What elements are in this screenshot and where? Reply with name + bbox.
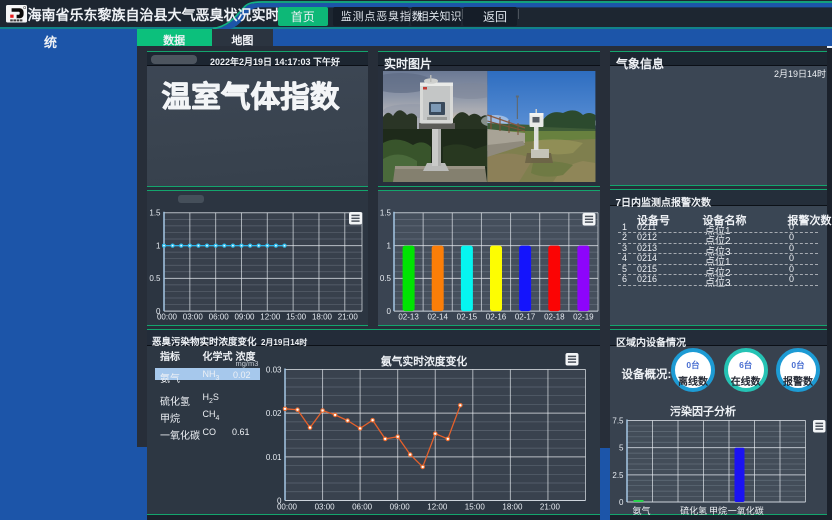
svg-text:03:00: 03:00	[182, 312, 203, 321]
svg-text:02-19: 02-19	[573, 312, 594, 321]
svg-text:02-18: 02-18	[544, 312, 565, 321]
svg-text:02-16: 02-16	[486, 312, 507, 321]
svg-text:0.02: 0.02	[265, 409, 281, 418]
svg-text:5: 5	[619, 444, 624, 453]
svg-text:02-14: 02-14	[427, 312, 448, 321]
svg-text:0: 0	[387, 306, 392, 315]
svg-text:1: 1	[156, 241, 161, 250]
svg-text:1: 1	[387, 241, 392, 250]
svg-text:2.5: 2.5	[612, 471, 624, 480]
svg-text:0.01: 0.01	[265, 453, 281, 462]
svg-text:1.5: 1.5	[149, 208, 161, 217]
svg-text:09:00: 09:00	[389, 503, 410, 512]
svg-text:18:00: 18:00	[311, 312, 332, 321]
svg-text:0.5: 0.5	[149, 274, 161, 283]
svg-text:18:00: 18:00	[502, 503, 523, 512]
svg-text:15:00: 15:00	[464, 503, 485, 512]
svg-text:12:00: 12:00	[260, 312, 281, 321]
svg-text:0.5: 0.5	[380, 274, 392, 283]
svg-text:06:00: 06:00	[208, 312, 229, 321]
svg-text:0: 0	[619, 498, 624, 507]
svg-text:15:00: 15:00	[286, 312, 307, 321]
svg-text:1.5: 1.5	[380, 208, 392, 217]
svg-text:02-13: 02-13	[398, 312, 419, 321]
svg-text:12:00: 12:00	[427, 503, 448, 512]
svg-text:00:00: 00:00	[156, 312, 177, 321]
svg-text:7.5: 7.5	[612, 417, 624, 426]
svg-text:02-15: 02-15	[457, 312, 478, 321]
svg-text:09:00: 09:00	[234, 312, 255, 321]
svg-text:0.03: 0.03	[265, 366, 281, 375]
svg-text:02-17: 02-17	[515, 312, 536, 321]
svg-text:21:00: 21:00	[337, 312, 358, 321]
svg-text:06:00: 06:00	[352, 503, 373, 512]
svg-text:00:00: 00:00	[276, 503, 297, 512]
svg-text:21:00: 21:00	[539, 503, 560, 512]
svg-text:03:00: 03:00	[314, 503, 335, 512]
